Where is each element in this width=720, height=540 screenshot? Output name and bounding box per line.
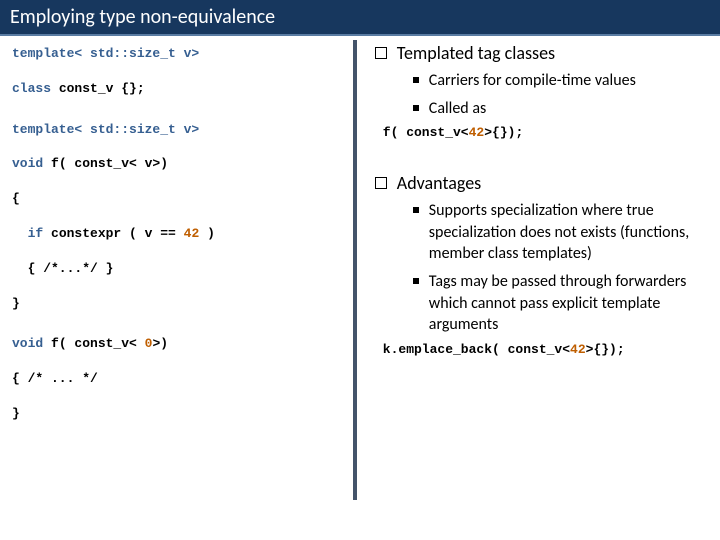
slide-content: template< std::size_t v> class const_v {…	[0, 36, 720, 540]
num-literal: 42	[184, 226, 200, 241]
code-text: >{});	[586, 342, 625, 357]
code-block-1: template< std::size_t v>	[12, 44, 343, 65]
code-text: }	[12, 406, 20, 421]
code-block-5: {	[12, 189, 343, 210]
code-text: >{});	[484, 125, 523, 140]
checkbox-bullet-icon	[375, 47, 387, 59]
list-item: Supports specialization where true speci…	[413, 200, 703, 265]
list-item: Called as	[413, 98, 703, 120]
bullet-heading-2: Advantages	[375, 172, 703, 194]
code-text: {	[12, 191, 20, 206]
code-block-3: template< std::size_t v>	[12, 120, 343, 141]
bullet-heading-1: Templated tag classes	[375, 42, 703, 64]
code-block-10: { /* ... */	[12, 369, 343, 390]
code-text: >)	[152, 336, 168, 351]
title-bar: Employing type non-equivalence	[0, 0, 720, 36]
sub-bullet-list-1: Carriers for compile-time values Called …	[413, 70, 703, 119]
code-text: )	[199, 226, 215, 241]
kw-if: if	[12, 226, 43, 241]
code-snippet-2: k.emplace_back( const_v<42>{});	[383, 342, 703, 357]
slide-title: Employing type non-equivalence	[10, 5, 275, 29]
code-block-8: }	[12, 294, 343, 315]
code-text: f( const_v<	[383, 125, 469, 140]
sub-bullet-list-2: Supports specialization where true speci…	[413, 200, 703, 336]
code-column: template< std::size_t v> class const_v {…	[0, 36, 353, 540]
code-block-11: }	[12, 404, 343, 425]
code-text: f( const_v< v>)	[43, 156, 168, 171]
code-block-9: void f( const_v< 0>)	[12, 334, 343, 355]
bullet-column: Templated tag classes Carriers for compi…	[357, 36, 717, 540]
num-literal: 42	[469, 125, 485, 140]
code-snippet-1: f( const_v<42>{});	[383, 125, 703, 140]
num-literal: 42	[570, 342, 586, 357]
code-text: f( const_v<	[43, 336, 144, 351]
heading-text: Advantages	[397, 172, 481, 194]
code-text: { /* ... */	[12, 371, 98, 386]
kw-void: void	[12, 156, 43, 171]
code-text: constexpr ( v ==	[43, 226, 183, 241]
code-block-4: void f( const_v< v>)	[12, 154, 343, 175]
code-text: k.emplace_back( const_v<	[383, 342, 570, 357]
heading-text: Templated tag classes	[397, 42, 555, 64]
code-block-2: class const_v {};	[12, 79, 343, 100]
kw-class: class	[12, 81, 51, 96]
code-text: const_v {};	[51, 81, 145, 96]
kw-void: void	[12, 336, 43, 351]
list-item: Tags may be passed through forwarders wh…	[413, 271, 703, 336]
kw-template: template< std::size_t v>	[12, 46, 199, 61]
code-text: { /*...*/ }	[12, 261, 113, 276]
code-block-6: if constexpr ( v == 42 )	[12, 224, 343, 245]
kw-template: template< std::size_t v>	[12, 122, 199, 137]
code-text: }	[12, 296, 20, 311]
checkbox-bullet-icon	[375, 177, 387, 189]
code-block-7: { /*...*/ }	[12, 259, 343, 280]
list-item: Carriers for compile-time values	[413, 70, 703, 92]
